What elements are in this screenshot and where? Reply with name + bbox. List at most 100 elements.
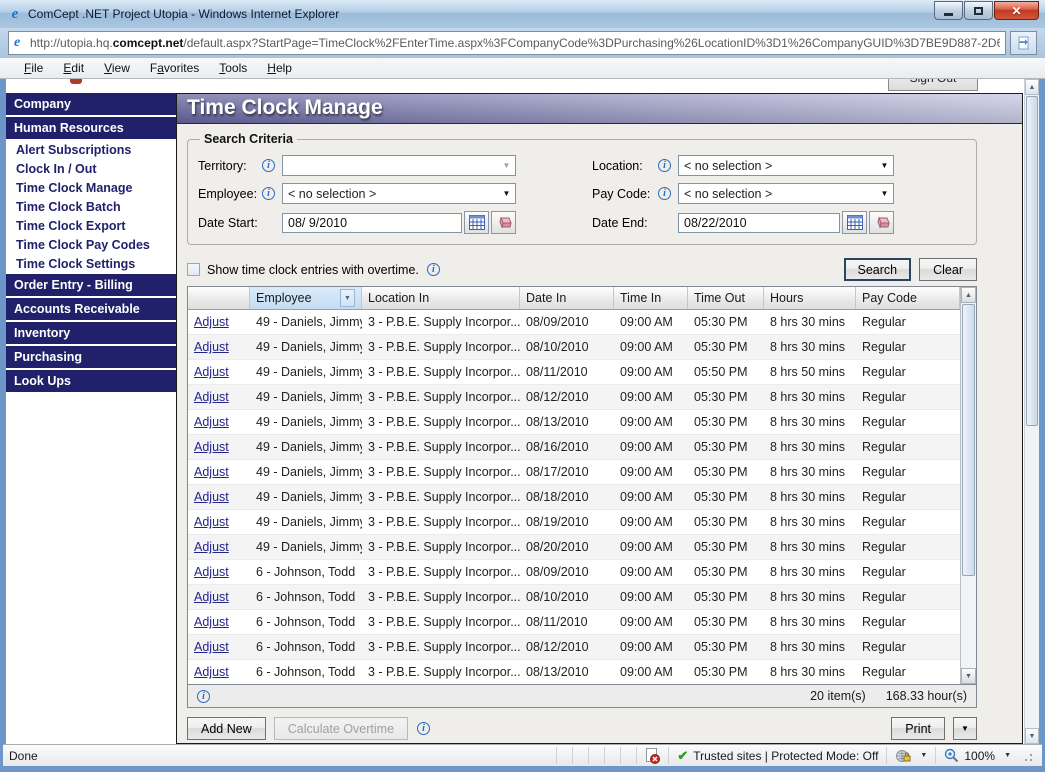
col-header-time-in[interactable]: Time In <box>614 287 688 309</box>
add-new-button[interactable]: Add New <box>187 717 266 740</box>
menu-view[interactable]: View <box>94 59 140 77</box>
adjust-link[interactable]: Adjust <box>188 565 250 579</box>
employee-select[interactable]: < no selection > ▼ <box>282 183 516 204</box>
scroll-up-icon[interactable]: ▲ <box>961 287 976 303</box>
sidebar-item-inventory[interactable]: Inventory <box>6 322 176 344</box>
sidebar-item-purchasing[interactable]: Purchasing <box>6 346 176 368</box>
sign-out-button[interactable]: Sign Out <box>888 79 978 91</box>
sidebar-item-human-resources[interactable]: Human Resources <box>6 117 176 139</box>
address-input[interactable]: e http://utopia.hq.comcept.net/default.a… <box>8 31 1006 55</box>
info-icon[interactable]: i <box>658 159 671 172</box>
search-button[interactable]: Search <box>843 258 912 281</box>
scrollbar-thumb[interactable] <box>1026 96 1038 426</box>
cell-employee: 49 - Daniels, Jimmy <box>256 340 362 354</box>
col-header-location-in[interactable]: Location In <box>362 287 520 309</box>
info-icon[interactable]: i <box>658 187 671 200</box>
scroll-up-icon[interactable]: ▲ <box>1025 79 1039 95</box>
menu-file[interactable]: File <box>14 59 53 77</box>
menu-help[interactable]: Help <box>257 59 302 77</box>
date-end-clear-button[interactable] <box>869 211 894 234</box>
date-end-input[interactable] <box>678 212 840 233</box>
minimize-button[interactable] <box>934 1 963 20</box>
sidebar-item-accounts-receivable[interactable]: Accounts Receivable <box>6 298 176 320</box>
scrollbar-thumb[interactable] <box>962 304 975 576</box>
date-start-clear-button[interactable] <box>491 211 516 234</box>
calendar-icon <box>468 215 485 230</box>
sort-dropdown-icon[interactable]: ▼ <box>340 289 355 307</box>
col-header-hours[interactable]: Hours <box>764 287 856 309</box>
clear-button[interactable]: Clear <box>919 258 977 281</box>
blocked-content-indicator[interactable] <box>636 747 668 764</box>
location-select[interactable]: < no selection > ▼ <box>678 155 894 176</box>
info-icon[interactable]: i <box>262 187 275 200</box>
info-icon[interactable]: i <box>426 263 440 276</box>
col-header-time-out[interactable]: Time Out <box>688 287 764 309</box>
maximize-button[interactable] <box>964 1 993 20</box>
menu-edit[interactable]: Edit <box>53 59 94 77</box>
grid-scrollbar[interactable]: ▲ ▼ <box>960 287 976 684</box>
ie-logo-icon: e <box>11 6 19 22</box>
sidebar-item-alert-subscriptions[interactable]: Alert Subscriptions <box>6 141 176 160</box>
resize-grip[interactable] <box>1020 749 1034 763</box>
calculate-overtime-button[interactable]: Calculate Overtime <box>273 717 409 740</box>
adjust-link[interactable]: Adjust <box>188 615 250 629</box>
adjust-link[interactable]: Adjust <box>188 640 250 654</box>
adjust-link[interactable]: Adjust <box>188 665 250 679</box>
cell-hours: 8 hrs 30 mins <box>770 590 846 604</box>
sidebar-item-company[interactable]: Company <box>6 93 176 115</box>
menu-favorites[interactable]: Favorites <box>140 59 209 77</box>
cell-pay-code: Regular <box>862 340 906 354</box>
col-header-pay-code[interactable]: Pay Code <box>856 287 960 309</box>
date-start-calendar-button[interactable] <box>464 211 489 234</box>
sidebar-item-time-clock-batch[interactable]: Time Clock Batch <box>6 198 176 217</box>
col-header-employee[interactable]: Employee ▼ <box>250 287 362 309</box>
sidebar-item-clock-in-out[interactable]: Clock In / Out <box>6 160 176 179</box>
menu-tools[interactable]: Tools <box>209 59 257 77</box>
info-icon[interactable]: i <box>197 689 210 703</box>
cell-pay-code: Regular <box>862 640 906 654</box>
overtime-checkbox[interactable] <box>187 263 200 276</box>
adjust-link[interactable]: Adjust <box>188 590 250 604</box>
adjust-link[interactable]: Adjust <box>188 540 250 554</box>
adjust-link[interactable]: Adjust <box>188 515 250 529</box>
adjust-link[interactable]: Adjust <box>188 390 250 404</box>
print-dropdown-button[interactable]: ▼ <box>953 717 977 740</box>
adjust-link[interactable]: Adjust <box>188 340 250 354</box>
adjust-link[interactable]: Adjust <box>188 415 250 429</box>
adjust-link[interactable]: Adjust <box>188 440 250 454</box>
cell-hours: 8 hrs 30 mins <box>770 565 846 579</box>
sidebar-item-order-entry-billing[interactable]: Order Entry - Billing <box>6 274 176 296</box>
info-icon[interactable]: i <box>262 159 275 172</box>
sidebar-item-time-clock-pay-codes[interactable]: Time Clock Pay Codes <box>6 236 176 255</box>
close-button[interactable]: ✕ <box>994 1 1039 20</box>
browser-scrollbar[interactable]: ▲ ▼ <box>1024 79 1039 744</box>
calendar-icon <box>846 215 863 230</box>
adjust-link[interactable]: Adjust <box>188 365 250 379</box>
cell-employee: 6 - Johnson, Todd <box>256 590 356 604</box>
scroll-down-icon[interactable]: ▼ <box>961 668 976 684</box>
cell-time-in: 09:00 AM <box>620 590 673 604</box>
territory-select[interactable]: ▼ <box>282 155 516 176</box>
sidebar-item-time-clock-settings[interactable]: Time Clock Settings <box>6 255 176 274</box>
scroll-down-icon[interactable]: ▼ <box>1025 728 1039 744</box>
zoom-control[interactable]: 100% ▼ <box>935 747 1042 764</box>
cell-hours: 8 hrs 50 mins <box>770 365 846 379</box>
sidebar-item-look-ups[interactable]: Look Ups <box>6 370 176 392</box>
refresh-button[interactable] <box>1010 31 1037 55</box>
col-header-date-in[interactable]: Date In <box>520 287 614 309</box>
pay-code-select[interactable]: < no selection > ▼ <box>678 183 894 204</box>
adjust-link[interactable]: Adjust <box>188 490 250 504</box>
print-button[interactable]: Print <box>891 717 945 740</box>
security-zone-indicator[interactable]: ✔ Trusted sites | Protected Mode: Off <box>668 747 886 764</box>
adjust-link[interactable]: Adjust <box>188 465 250 479</box>
info-icon[interactable]: i <box>417 722 431 735</box>
grid-footer: i 20 item(s) 168.33 hour(s) <box>187 685 977 708</box>
cell-time-out: 05:30 PM <box>694 665 748 679</box>
privacy-indicator[interactable]: ▼ <box>886 747 935 764</box>
date-start-input[interactable] <box>282 212 462 233</box>
cell-hours: 8 hrs 30 mins <box>770 515 846 529</box>
date-end-calendar-button[interactable] <box>842 211 867 234</box>
sidebar-item-time-clock-manage[interactable]: Time Clock Manage <box>6 179 176 198</box>
sidebar-item-time-clock-export[interactable]: Time Clock Export <box>6 217 176 236</box>
adjust-link[interactable]: Adjust <box>188 315 250 329</box>
